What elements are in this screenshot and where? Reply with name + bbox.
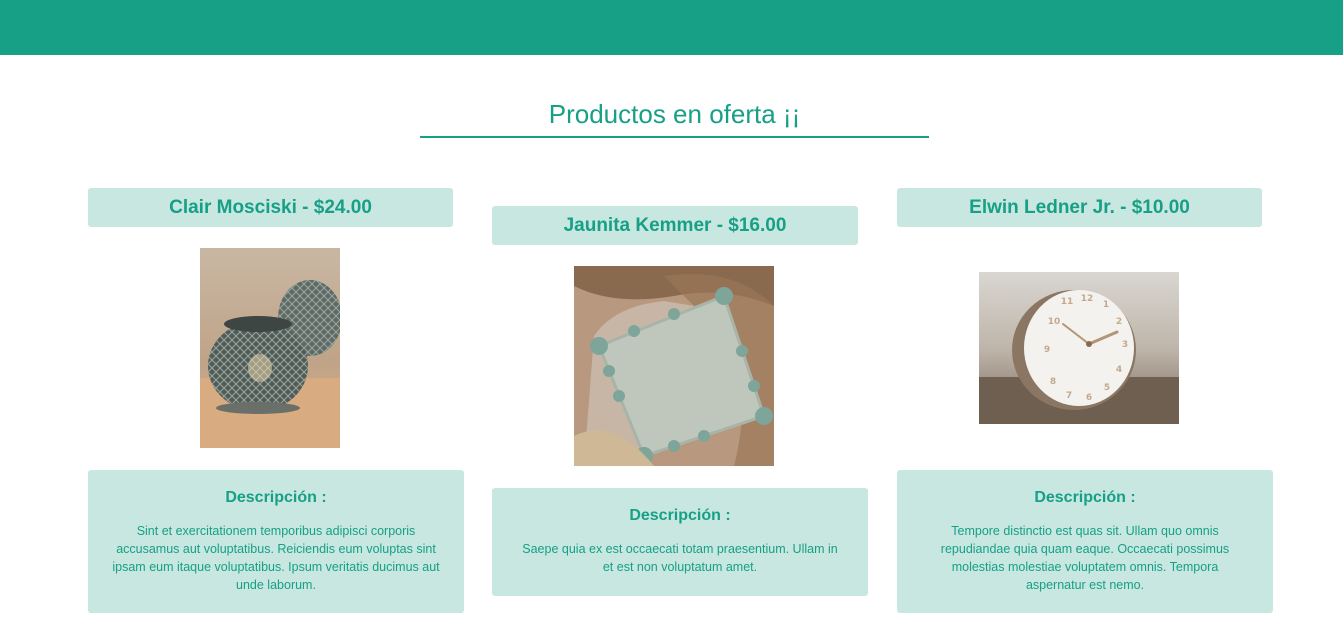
svg-text:7: 7 bbox=[1066, 391, 1072, 401]
svg-text:5: 5 bbox=[1104, 383, 1110, 393]
description-label-1: Descripción : bbox=[225, 489, 327, 506]
svg-text:8: 8 bbox=[1050, 377, 1056, 387]
page-title: Productos en oferta ¡¡ bbox=[548, 99, 801, 129]
svg-text:3: 3 bbox=[1122, 340, 1128, 350]
svg-text:4: 4 bbox=[1116, 365, 1122, 375]
svg-text:1: 1 bbox=[1103, 300, 1109, 310]
description-label-2: Descripción : bbox=[629, 507, 731, 524]
product-name-3[interactable]: Elwin Ledner Jr. - $10.00 bbox=[897, 188, 1262, 227]
description-text-2: Saepe quia ex est occaecati totam praese… bbox=[522, 542, 838, 574]
lantern-image[interactable] bbox=[200, 248, 340, 448]
title-underline bbox=[420, 136, 929, 138]
description-text-3: Tempore distinctio est quas sit. Ullam q… bbox=[940, 524, 1230, 592]
description-card-1: Descripción : Sint et exercitationem tem… bbox=[88, 470, 464, 613]
svg-text:6: 6 bbox=[1086, 393, 1092, 403]
product-name-2[interactable]: Jaunita Kemmer - $16.00 bbox=[492, 206, 858, 245]
clock-image[interactable]: 12 11 12 3 4 5 6 78 9 10 bbox=[979, 272, 1179, 424]
product-name-1[interactable]: Clair Mosciski - $24.00 bbox=[88, 188, 453, 227]
svg-text:11: 11 bbox=[1061, 297, 1074, 307]
top-navbar bbox=[0, 0, 1343, 55]
description-card-3: Descripción : Tempore distinctio est qua… bbox=[897, 470, 1273, 613]
svg-text:12: 12 bbox=[1081, 294, 1094, 304]
description-text-1: Sint et exercitationem temporibus adipis… bbox=[112, 524, 440, 592]
description-label-3: Descripción : bbox=[1034, 489, 1136, 506]
svg-text:10: 10 bbox=[1048, 317, 1061, 327]
svg-text:2: 2 bbox=[1116, 317, 1122, 327]
cushion-image[interactable] bbox=[574, 266, 774, 466]
svg-text:9: 9 bbox=[1044, 345, 1050, 355]
description-card-2: Descripción : Saepe quia ex est occaecat… bbox=[492, 488, 868, 596]
